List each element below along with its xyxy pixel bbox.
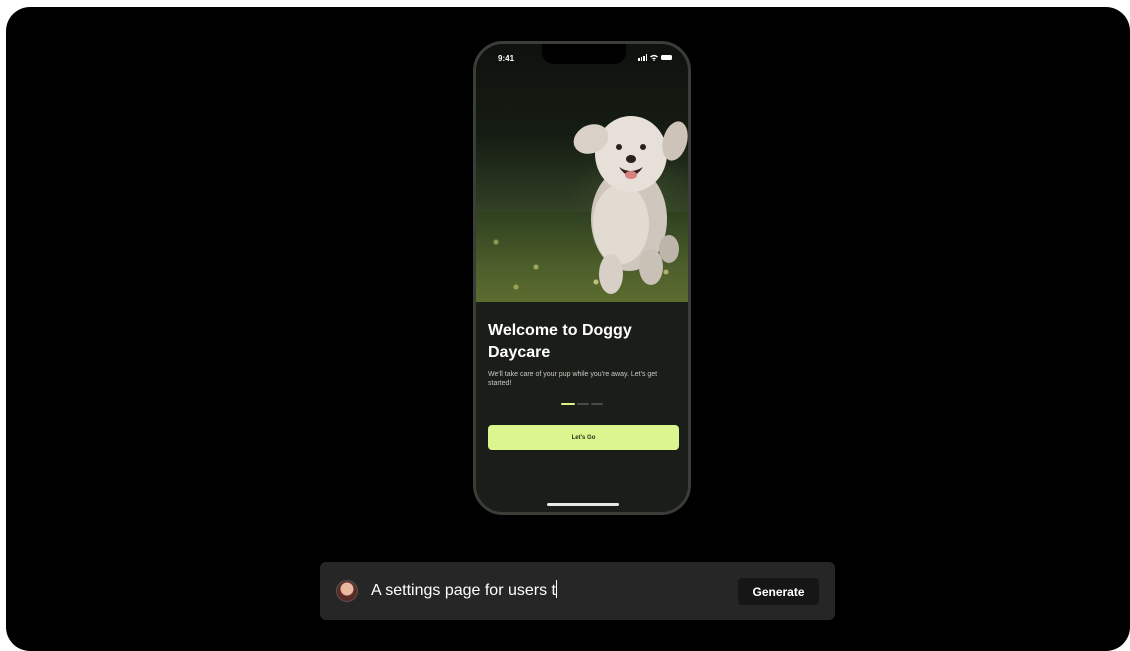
avatar[interactable] [336,580,358,602]
prompt-bar: A settings page for users t Generate [320,562,835,620]
dog-photo [573,116,688,294]
page-dot-active[interactable] [561,403,575,405]
phone-preview: 9:41 Welcome to Doggy Daycare We'll take… [473,41,691,515]
page-dot[interactable] [577,403,589,405]
page-indicator [561,403,603,405]
prompt-input-text: A settings page for users t [371,582,556,599]
home-indicator[interactable] [547,503,619,506]
canvas: 9:41 Welcome to Doggy Daycare We'll take… [6,7,1130,651]
wifi-icon [650,54,658,61]
generate-button[interactable]: Generate [738,578,819,605]
battery-icon [661,55,672,60]
prompt-input[interactable]: A settings page for users t [371,578,731,604]
onboarding-panel: Welcome to Doggy Daycare We'll take care… [476,302,688,512]
onboarding-title: Welcome to Doggy Daycare [488,322,632,361]
hero-image [476,44,688,302]
notch [542,44,626,64]
system-icons [638,54,672,61]
text-caret [556,580,557,598]
onboarding-subtitle: We'll take care of your pup while you're… [488,371,658,387]
page-dot[interactable] [591,403,603,405]
status-time: 9:41 [498,54,515,63]
status-bar: 9:41 [476,44,688,74]
lets-go-button[interactable]: Let's Go [488,425,679,450]
signal-icon [638,54,647,61]
